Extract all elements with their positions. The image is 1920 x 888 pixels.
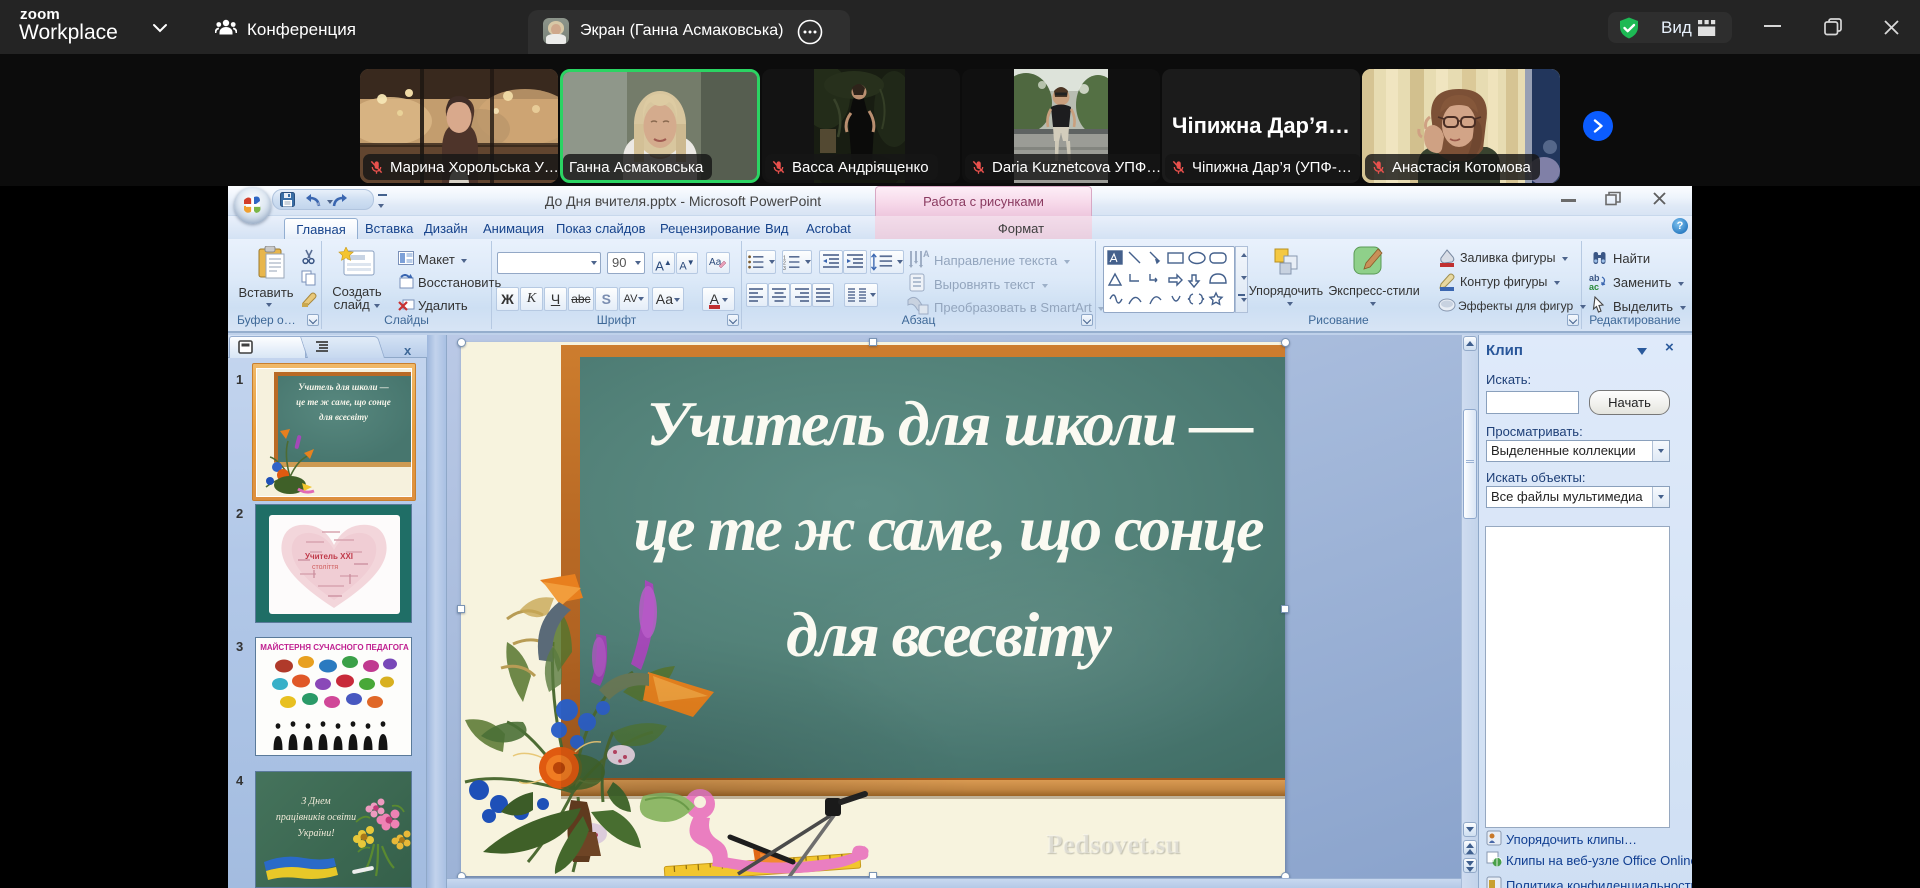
svg-text:A: A (923, 249, 930, 259)
svg-text:ac: ac (1589, 282, 1599, 291)
svg-text:3: 3 (783, 266, 786, 271)
svg-text:Учитель XXI: Учитель XXI (305, 552, 353, 561)
svg-text:століття: століття (312, 563, 338, 571)
